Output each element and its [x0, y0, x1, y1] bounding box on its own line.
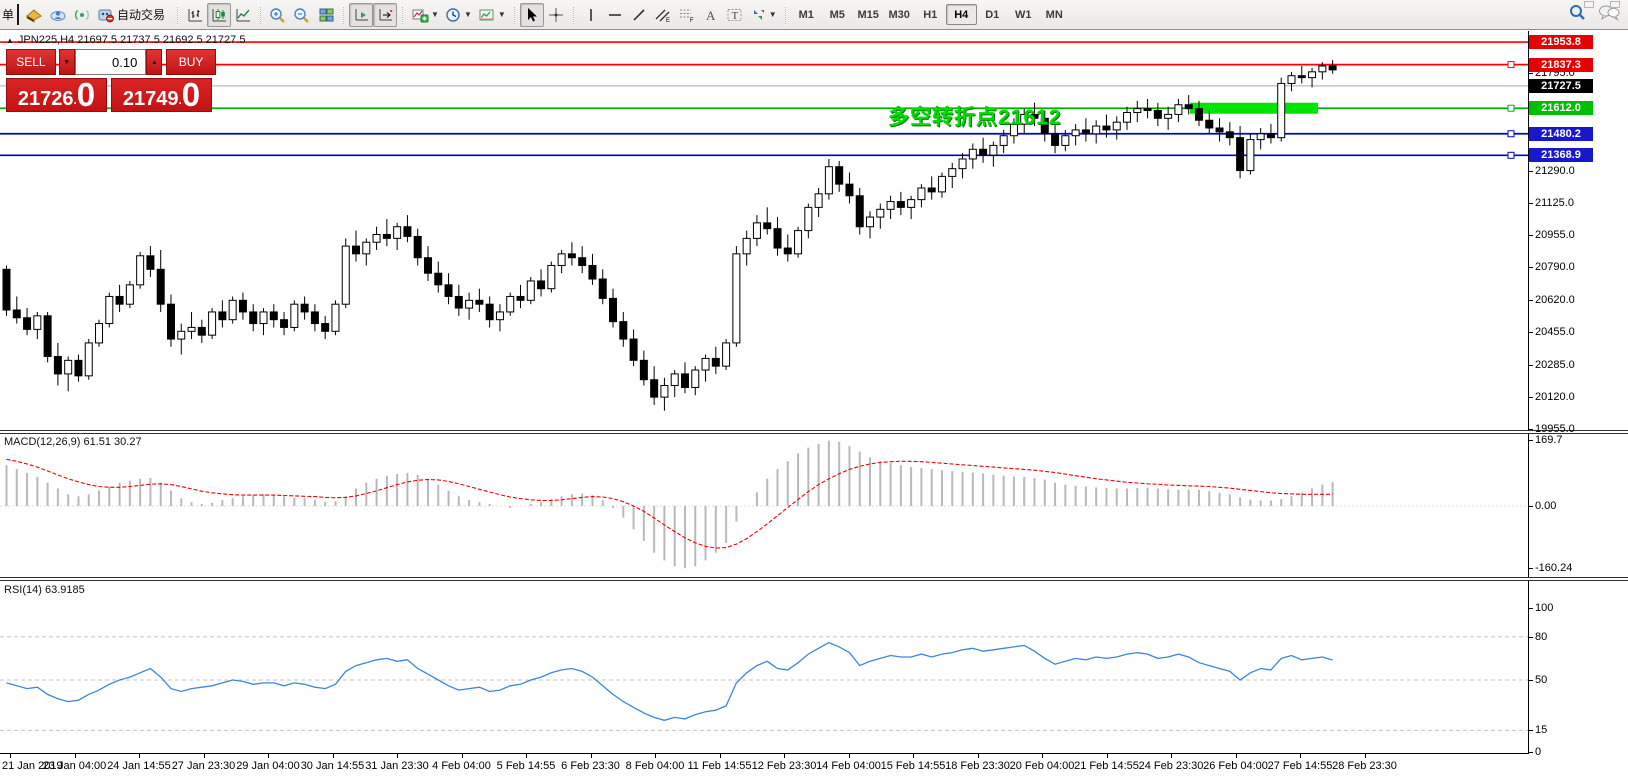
time-tick-mark [333, 754, 334, 758]
time-tick-mark [462, 754, 463, 758]
axis-tick-mark [1529, 203, 1533, 204]
axis-tick-mark [1529, 680, 1533, 681]
price-level-badge: 21837.3 [1529, 58, 1593, 72]
time-tick-mark [10, 754, 11, 758]
sell-price-box[interactable]: 21726 . 0 [6, 78, 107, 112]
sell-price-frac: 0 [77, 80, 95, 110]
time-tick-mark [655, 754, 656, 758]
price-tick-label: 20285.0 [1535, 359, 1575, 371]
axis-tick-mark [1529, 300, 1533, 301]
axis-tick-mark [1529, 332, 1533, 333]
axis-tick-mark [1529, 365, 1533, 366]
pane-splitter[interactable] [0, 577, 1628, 581]
line-endpoint-marker [1508, 62, 1514, 68]
axis-tick-mark [1529, 440, 1533, 441]
macd-scale-label: 169.7 [1535, 434, 1563, 446]
candlestick-series [1329, 66, 1336, 70]
time-tick-mark [397, 754, 398, 758]
time-tick-mark [1107, 754, 1108, 758]
time-tick-mark [204, 754, 205, 758]
time-tick-mark [1042, 754, 1043, 758]
volume-decrease-button[interactable]: ▼ [59, 49, 75, 75]
time-tick-mark [784, 754, 785, 758]
line-endpoint-marker [1508, 105, 1514, 111]
macd-scale-label: 0.00 [1535, 500, 1556, 512]
rsi-scale-label: 80 [1535, 631, 1547, 643]
price-level-badge: 21368.9 [1529, 148, 1593, 162]
buy-price-box[interactable]: 21749 . 0 [111, 78, 212, 112]
macd-signal-line [7, 459, 1333, 548]
time-tick-mark [1171, 754, 1172, 758]
buy-button[interactable]: BUY [166, 49, 216, 75]
pane-splitter[interactable] [0, 430, 1628, 434]
axis-tick-mark [1529, 235, 1533, 236]
chart-surface[interactable] [0, 0, 1628, 776]
time-tick-mark [526, 754, 527, 758]
axis-tick-mark [1529, 730, 1533, 731]
rsi-scale-label: 100 [1535, 602, 1553, 614]
chart-text-annotation[interactable]: 多空转折点21612 [888, 101, 1061, 131]
axis-tick-mark [1529, 608, 1533, 609]
line-endpoint-marker [1508, 131, 1514, 137]
time-tick-mark [268, 754, 269, 758]
axis-tick-mark [1529, 267, 1533, 268]
axis-tick-mark [1529, 397, 1533, 398]
price-tick-label: 21125.0 [1535, 197, 1574, 209]
price-tick-label: 20455.0 [1535, 326, 1575, 338]
price-axis[interactable]: 21795.021460.021290.021125.020955.020790… [1529, 31, 1628, 754]
axis-tick-mark [1529, 637, 1533, 638]
one-click-trading-panel: SELL ▼ 0.10 ▲ BUY 21726 . 0 21749 . 0 [6, 49, 216, 112]
volume-increase-button[interactable]: ▲ [146, 49, 162, 75]
rsi-line [7, 643, 1333, 721]
time-tick-mark [75, 754, 76, 758]
sell-button[interactable]: SELL [6, 49, 56, 75]
price-level-badge: 21953.8 [1529, 35, 1593, 49]
price-tick-label: 20620.0 [1535, 294, 1575, 306]
sell-price-int: 21726 [18, 88, 74, 110]
line-endpoint-marker [1508, 152, 1514, 158]
macd-scale-label: -160.24 [1535, 562, 1572, 574]
time-tick-mark [978, 754, 979, 758]
mt4-terminal-window: { "toolbar": { "partial_button": "单", "a… [0, 0, 1628, 776]
time-tick-mark [913, 754, 914, 758]
price-tick-label: 21290.0 [1535, 165, 1575, 177]
one-click-toggle-icon[interactable]: ▲ [6, 36, 14, 45]
rsi-label: RSI(14) 63.9185 [4, 584, 85, 596]
price-level-badge: 21727.5 [1529, 79, 1593, 93]
time-tick-mark [1365, 754, 1366, 758]
volume-input[interactable]: 0.10 [75, 49, 147, 75]
axis-tick-mark [1529, 171, 1533, 172]
buy-price-frac: 0 [182, 80, 200, 110]
time-tick-label: 28 Feb 23:30 [1319, 760, 1411, 772]
time-tick-mark [1236, 754, 1237, 758]
time-tick-mark [139, 754, 140, 758]
macd-label: MACD(12,26,9) 61.51 30.27 [4, 436, 142, 448]
price-level-badge: 21480.2 [1529, 127, 1593, 141]
price-tick-label: 20120.0 [1535, 391, 1575, 403]
axis-tick-mark [1529, 506, 1533, 507]
price-tick-label: 20790.0 [1535, 261, 1575, 273]
time-axis[interactable]: 21 Jan 201923 Jan 04:0024 Jan 14:5527 Ja… [0, 754, 1628, 776]
time-tick-mark [849, 754, 850, 758]
buy-price-int: 21749 [123, 88, 179, 110]
axis-tick-mark [1529, 568, 1533, 569]
axis-tick-mark [1529, 73, 1533, 74]
price-level-badge: 21612.0 [1529, 101, 1593, 115]
time-tick-mark [720, 754, 721, 758]
time-tick-mark [1300, 754, 1301, 758]
time-tick-mark [591, 754, 592, 758]
axis-tick-mark [1529, 429, 1533, 430]
rsi-scale-label: 50 [1535, 674, 1547, 686]
chart-title: ▲JPN225,H4 21697.5 21737.5 21692.5 21727… [6, 34, 245, 46]
axis-tick-mark [1529, 752, 1533, 753]
rsi-scale-label: 15 [1535, 724, 1547, 736]
price-tick-label: 20955.0 [1535, 229, 1575, 241]
